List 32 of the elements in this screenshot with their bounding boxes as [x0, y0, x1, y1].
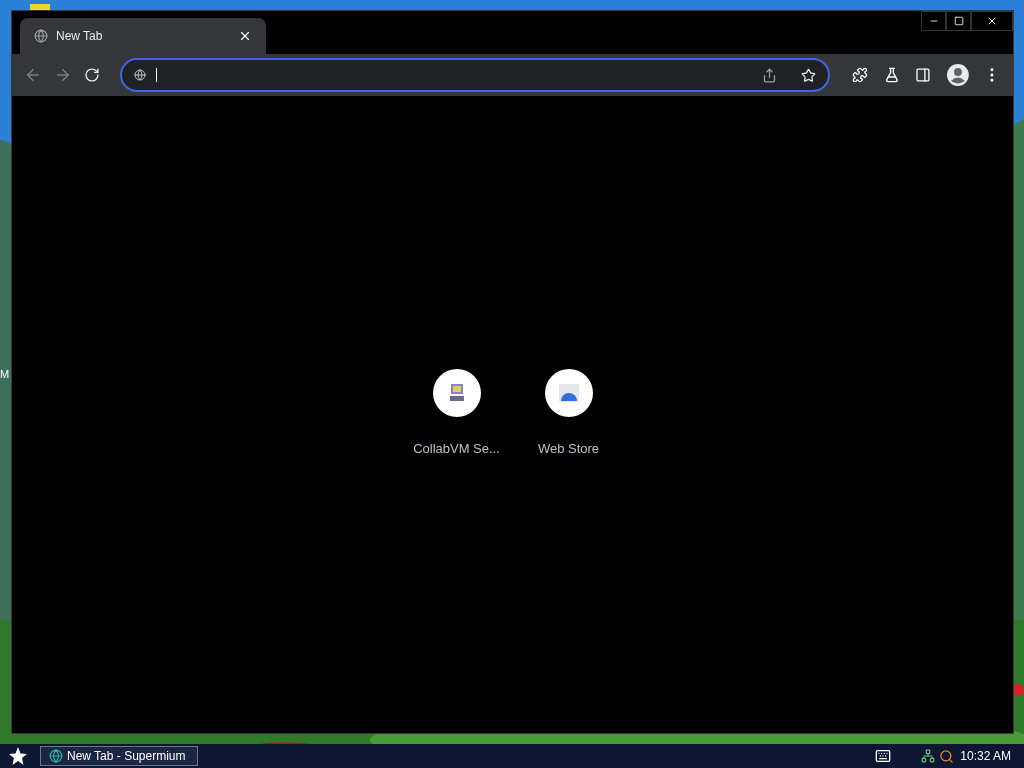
maximize-icon	[953, 16, 964, 26]
globe-icon	[34, 29, 48, 43]
share-icon[interactable]	[761, 67, 777, 83]
close-icon	[986, 15, 998, 27]
profile-avatar-icon[interactable]	[947, 64, 970, 86]
clock: 10:32 AM	[960, 748, 1011, 765]
close-icon[interactable]	[238, 29, 252, 43]
minimize-button[interactable]	[921, 11, 946, 31]
maximize-button[interactable]	[946, 11, 971, 31]
store-icon	[557, 383, 580, 403]
back-icon[interactable]	[24, 66, 42, 84]
shortcut-label: Web Store	[537, 440, 600, 458]
tab-title: New Tab	[56, 28, 104, 45]
shortcut-label: CollabVM Se...	[413, 440, 500, 458]
extensions-icon[interactable]	[851, 67, 868, 83]
keyboard-icon[interactable]	[875, 748, 892, 764]
shortcut-tile[interactable]	[544, 369, 593, 417]
reload-icon[interactable]	[83, 67, 100, 83]
browser-icon	[49, 749, 63, 763]
star-icon[interactable]	[8, 746, 28, 766]
taskbar-button[interactable]: New Tab - Supermium	[40, 746, 198, 766]
text-caret	[155, 68, 157, 82]
address-field[interactable]	[119, 58, 830, 92]
search-icon[interactable]	[939, 748, 955, 764]
network-icon[interactable]	[921, 749, 936, 763]
bookmark-star-icon[interactable]	[800, 67, 816, 83]
site-icon	[133, 69, 146, 81]
desktop-icon-label: M	[0, 367, 10, 382]
flask-icon[interactable]	[883, 67, 900, 83]
shortcut-tile[interactable]	[432, 369, 481, 417]
side-panel-icon[interactable]	[915, 67, 932, 83]
tab[interactable]: New Tab	[20, 18, 266, 54]
